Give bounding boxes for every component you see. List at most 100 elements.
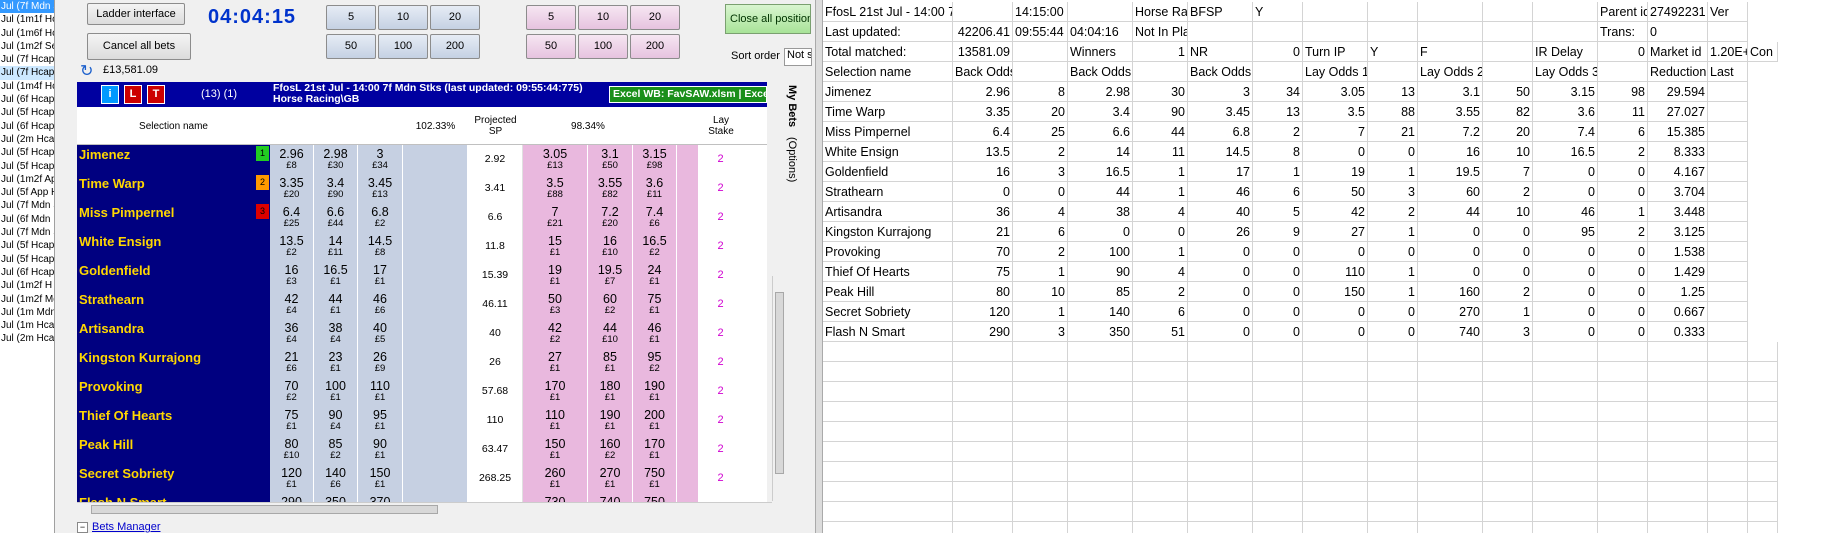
sheet-cell[interactable] bbox=[1648, 382, 1708, 402]
race-list-item[interactable]: Jul (7f Hcap) bbox=[0, 66, 54, 80]
lay-stake[interactable]: 2 bbox=[699, 319, 743, 348]
sheet-cell[interactable]: 2 bbox=[1483, 182, 1533, 202]
sheet-cell[interactable]: 0 bbox=[1533, 322, 1598, 342]
back-price-1-cell[interactable] bbox=[403, 377, 468, 406]
ladder-interface-button[interactable]: Ladder interface bbox=[87, 3, 185, 25]
sheet-cell[interactable] bbox=[1483, 482, 1533, 502]
back-price-2-cell[interactable]: 14 £11 bbox=[314, 232, 358, 261]
race-list-item[interactable]: Jul (1m Mdn bbox=[0, 306, 54, 319]
sheet-cell[interactable]: 0 bbox=[1303, 302, 1368, 322]
sheet-cell[interactable]: 13.5 bbox=[953, 142, 1013, 162]
sheet-cell[interactable] bbox=[1188, 502, 1253, 522]
sheet-cell[interactable] bbox=[1533, 442, 1598, 462]
sheet-cell[interactable] bbox=[953, 2, 1013, 22]
sheet-cell[interactable] bbox=[1418, 422, 1483, 442]
refresh-icon[interactable]: ↻ bbox=[80, 64, 98, 82]
lay-price-1-cell[interactable]: 50 £3 bbox=[523, 290, 588, 319]
sheet-cell[interactable] bbox=[1188, 22, 1253, 42]
sheet-cell[interactable] bbox=[1253, 342, 1303, 362]
cancel-all-bets-button[interactable]: Cancel all bets bbox=[87, 33, 191, 60]
race-list-item[interactable]: Jul (5f Hcap) bbox=[0, 146, 54, 159]
sheet-cell[interactable]: 3.15 bbox=[1533, 82, 1598, 102]
lay-stake[interactable]: 2 bbox=[699, 377, 743, 406]
sheet-cell[interactable]: 70 bbox=[953, 242, 1013, 262]
sheet-cell[interactable] bbox=[1748, 482, 1778, 502]
back-price-1-cell[interactable] bbox=[403, 261, 468, 290]
back-price-3-cell[interactable]: 21 £6 bbox=[270, 348, 314, 377]
sheet-cell[interactable]: 51 bbox=[1133, 322, 1188, 342]
sheet-cell[interactable]: 1 bbox=[1368, 162, 1418, 182]
sheet-cell[interactable] bbox=[1133, 402, 1188, 422]
sheet-cell[interactable]: 60 bbox=[1418, 182, 1483, 202]
race-list-item[interactable]: Jul (7f Mdn Stk bbox=[0, 0, 54, 14]
lay-price-2-cell[interactable]: 44 £10 bbox=[588, 319, 633, 348]
lay-stake-button[interactable]: 10 bbox=[578, 5, 628, 30]
sheet-cell[interactable] bbox=[1368, 482, 1418, 502]
sheet-cell[interactable]: 42206.41 bbox=[953, 22, 1013, 42]
sheet-cell[interactable]: 4 bbox=[1013, 202, 1068, 222]
lay-stake[interactable]: 2 bbox=[699, 232, 743, 261]
sheet-cell[interactable]: 16 bbox=[1418, 142, 1483, 162]
sheet-cell[interactable] bbox=[1068, 462, 1133, 482]
sheet-cell[interactable]: 44 bbox=[1133, 122, 1188, 142]
sheet-cell[interactable] bbox=[1418, 442, 1483, 462]
sheet-cell[interactable]: 1 bbox=[1368, 282, 1418, 302]
vertical-scrollbar[interactable] bbox=[772, 276, 786, 501]
lay-price-1-cell[interactable]: 170 £1 bbox=[523, 377, 588, 406]
sheet-cell[interactable] bbox=[1708, 342, 1748, 362]
sheet-cell[interactable]: Con bbox=[1748, 42, 1778, 62]
sheet-cell[interactable]: Last updated: bbox=[823, 22, 953, 42]
sheet-cell[interactable]: 110 bbox=[1303, 262, 1368, 282]
back-price-2-cell[interactable]: 350 bbox=[314, 493, 358, 502]
sheet-cell[interactable]: 2 bbox=[1253, 122, 1303, 142]
sheet-cell[interactable]: 100 bbox=[1068, 242, 1133, 262]
sheet-cell[interactable]: 2 bbox=[1133, 282, 1188, 302]
lay-price-2-cell[interactable]: 19.5 £7 bbox=[588, 261, 633, 290]
sheet-cell[interactable]: 1.20E+08 bbox=[1708, 42, 1748, 62]
sheet-cell[interactable]: 75 bbox=[953, 262, 1013, 282]
back-price-3-cell[interactable]: 13.5 £2 bbox=[270, 232, 314, 261]
sheet-cell[interactable] bbox=[1483, 402, 1533, 422]
info-button[interactable]: i bbox=[101, 85, 119, 104]
back-price-1-cell[interactable]: 95 £1 bbox=[358, 406, 403, 435]
sheet-cell[interactable] bbox=[1708, 222, 1748, 242]
sheet-cell[interactable] bbox=[1748, 382, 1778, 402]
sheet-cell[interactable] bbox=[1483, 522, 1533, 533]
sheet-cell[interactable]: 0 bbox=[1303, 242, 1368, 262]
sheet-cell[interactable]: Winners bbox=[1068, 42, 1133, 62]
ladder-button[interactable]: L bbox=[124, 85, 142, 104]
sheet-cell[interactable]: 0 bbox=[1188, 302, 1253, 322]
sheet-cell[interactable] bbox=[1598, 502, 1648, 522]
sheet-cell[interactable] bbox=[1598, 482, 1648, 502]
back-price-3-cell[interactable]: 16 £3 bbox=[270, 261, 314, 290]
runner-name[interactable]: Flash N Smart bbox=[77, 493, 270, 502]
back-price-2-cell[interactable]: 44 £1 bbox=[314, 290, 358, 319]
sheet-cell[interactable] bbox=[1188, 482, 1253, 502]
sheet-cell[interactable]: 16.5 bbox=[1068, 162, 1133, 182]
sheet-cell[interactable] bbox=[1418, 402, 1483, 422]
sheet-cell[interactable]: 88 bbox=[1368, 102, 1418, 122]
sheet-cell[interactable]: 5 bbox=[1253, 202, 1303, 222]
sheet-cell[interactable] bbox=[1598, 382, 1648, 402]
sheet-cell[interactable] bbox=[1533, 22, 1598, 42]
sheet-cell[interactable]: 740 bbox=[1418, 322, 1483, 342]
toggle-button[interactable]: T bbox=[147, 85, 165, 104]
lay-stake[interactable]: 2 bbox=[699, 348, 743, 377]
sheet-cell[interactable] bbox=[1483, 2, 1533, 22]
lay-stake[interactable]: 2 bbox=[699, 406, 743, 435]
sheet-cell[interactable] bbox=[1013, 422, 1068, 442]
sheet-cell[interactable] bbox=[1598, 362, 1648, 382]
sheet-cell[interactable]: 4 bbox=[1133, 262, 1188, 282]
sheet-cell[interactable]: 3.704 bbox=[1648, 182, 1708, 202]
sheet-cell[interactable] bbox=[1013, 62, 1068, 82]
back-price-1-cell[interactable]: 14.5 £8 bbox=[358, 232, 403, 261]
sheet-cell[interactable] bbox=[1418, 362, 1483, 382]
sheet-cell[interactable] bbox=[1133, 462, 1188, 482]
runner-name[interactable]: Peak Hill bbox=[77, 435, 270, 464]
sheet-cell[interactable] bbox=[1068, 502, 1133, 522]
sheet-cell[interactable]: 0 bbox=[1253, 242, 1303, 262]
sheet-cell[interactable]: Time Warp bbox=[823, 102, 953, 122]
sheet-cell[interactable] bbox=[1418, 522, 1483, 533]
race-list-item[interactable]: Jul (6f Hcap bbox=[0, 266, 54, 279]
sheet-cell[interactable]: 3 bbox=[1188, 82, 1253, 102]
